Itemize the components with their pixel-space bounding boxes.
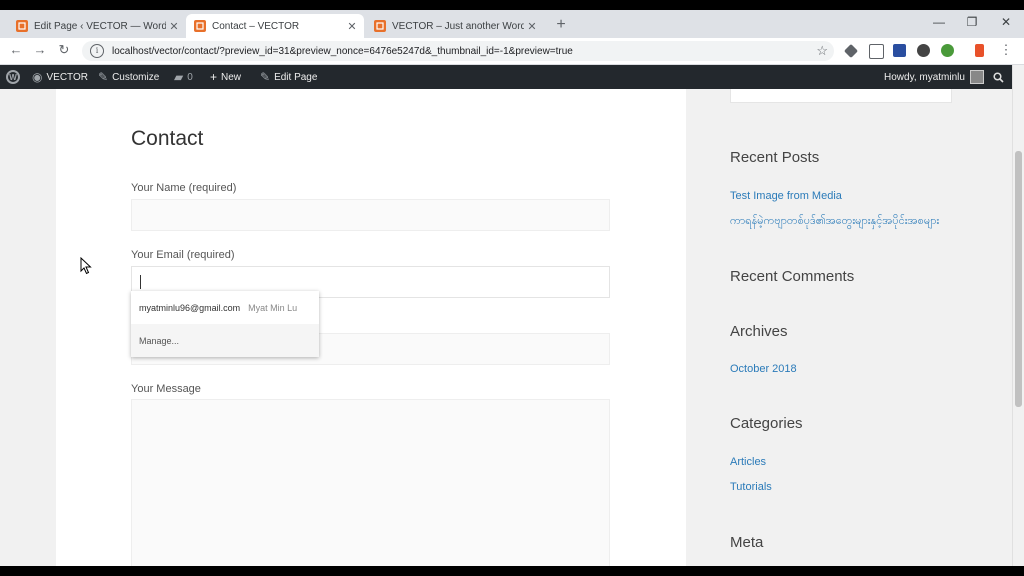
back-icon[interactable]: ← (8, 42, 24, 58)
avatar (969, 70, 984, 84)
main-content: Contact Your Name (required) Your Email … (56, 89, 686, 566)
autofill-email: myatminlu96@gmail.com (139, 302, 241, 313)
close-tab-icon[interactable]: ✕ (344, 20, 360, 33)
edit-page-link[interactable]: ✎ Edit Page (260, 65, 317, 89)
pencil-icon: ✎ (260, 70, 271, 84)
recent-post-link[interactable]: Test Image from Media (730, 190, 842, 202)
scrollbar-thumb[interactable] (1015, 151, 1022, 407)
meta-title: Meta (730, 534, 764, 551)
tab-title: Contact – VECTOR (212, 20, 300, 32)
close-window-icon[interactable]: ✕ (996, 15, 1016, 29)
site-name: VECTOR (46, 71, 88, 83)
comments-count: 0 (187, 71, 193, 83)
archives-title: Archives (730, 323, 788, 340)
cast-extension-icon[interactable] (869, 44, 884, 59)
edit-page-label: Edit Page (274, 71, 318, 83)
autofill-manage[interactable]: Manage... (131, 324, 319, 357)
category-link-articles[interactable]: Articles (730, 456, 766, 468)
email-label: Your Email (required) (131, 249, 235, 261)
browser-toolbar: ← → ↻ i localhost/vector/contact/?previe… (0, 38, 1024, 65)
new-tab-button[interactable]: + (553, 16, 569, 34)
account-menu[interactable]: Howdy, myatminlu (884, 65, 984, 89)
shield-extension-icon[interactable] (917, 44, 930, 57)
site-name-link[interactable]: ◉ VECTOR (32, 65, 88, 89)
name-label: Your Name (required) (131, 182, 237, 194)
recent-comments-title: Recent Comments (730, 268, 855, 285)
message-textarea[interactable] (131, 399, 610, 566)
menu-icon[interactable]: ⋮ (998, 42, 1014, 58)
category-link-tutorials[interactable]: Tutorials (730, 481, 772, 493)
forward-icon[interactable]: → (32, 42, 48, 58)
wordpress-favicon-icon (194, 20, 206, 32)
wordpress-logo-icon[interactable]: W (6, 65, 20, 89)
wp-admin-bar: W ◉ VECTOR ✎ Customize ▰ 0 + New ✎ Edit Page … (0, 65, 1012, 89)
url-text: localhost/vector/contact/?preview_id=31&… (112, 45, 573, 57)
maximize-icon[interactable]: ❐ (962, 15, 982, 29)
text-caret (140, 275, 141, 289)
plus-icon: + (210, 70, 218, 84)
star-icon[interactable]: ☆ (816, 43, 828, 59)
tab-title: Edit Page ‹ VECTOR — WordPress (34, 20, 166, 32)
info-extension-icon[interactable] (893, 44, 906, 57)
comment-icon: ▰ (174, 70, 184, 84)
page-content: Contact Your Name (required) Your Email … (0, 89, 1012, 566)
address-bar[interactable]: i localhost/vector/contact/?preview_id=3… (82, 41, 834, 61)
wordpress-favicon-icon (16, 20, 28, 32)
close-tab-icon[interactable]: ✕ (524, 20, 540, 33)
search-icon[interactable] (993, 65, 1004, 89)
customize-link[interactable]: ✎ Customize (98, 65, 159, 89)
categories-title: Categories (730, 415, 803, 432)
reload-icon[interactable]: ↻ (56, 42, 72, 58)
info-icon[interactable]: i (90, 44, 104, 58)
feedly-extension-icon[interactable] (975, 44, 984, 57)
tab-title: VECTOR – Just another WordPress site (392, 20, 524, 32)
browser-window: Edit Page ‹ VECTOR — WordPress ✕ Contact… (0, 10, 1024, 566)
customize-label: Customize (112, 71, 160, 83)
new-content-link[interactable]: + New (210, 65, 241, 89)
page-title: Contact (131, 127, 204, 150)
recent-posts-title: Recent Posts (730, 149, 820, 166)
page-scrollbar[interactable] (1012, 65, 1024, 566)
globe-extension-icon[interactable] (941, 44, 954, 57)
message-label: Your Message (131, 383, 201, 395)
comments-link[interactable]: ▰ 0 (174, 65, 193, 89)
tab-edit-page[interactable]: Edit Page ‹ VECTOR — WordPress ✕ (8, 14, 186, 38)
autofill-dropdown: myatminlu96@gmail.com Myat Min Lu Manage… (131, 291, 319, 357)
recent-post-link[interactable]: ကာရန်မဲ့ကဗျာတစ်ပုဒ်၏အတွေးများနှင့်အပိုင်… (730, 214, 939, 230)
manage-label: Manage... (139, 335, 180, 346)
autofill-suggestion[interactable]: myatminlu96@gmail.com Myat Min Lu (131, 291, 319, 324)
archive-link[interactable]: October 2018 (730, 363, 797, 375)
howdy-text: Howdy, myatminlu (884, 71, 965, 83)
wordpress-favicon-icon (374, 20, 386, 32)
name-input[interactable] (131, 199, 610, 231)
autofill-name: Myat Min Lu (248, 302, 298, 313)
tab-contact[interactable]: Contact – VECTOR ✕ (186, 14, 364, 38)
brush-icon: ✎ (98, 70, 109, 84)
sidebar-search-box[interactable] (730, 89, 952, 103)
tab-strip: Edit Page ‹ VECTOR — WordPress ✕ Contact… (0, 10, 1024, 38)
tab-vector-home[interactable]: VECTOR – Just another WordPress site ✕ (366, 14, 544, 38)
minimize-icon[interactable]: — (929, 15, 949, 29)
new-label: New (221, 71, 242, 83)
mouse-pointer-icon (80, 257, 92, 275)
eyedropper-extension-icon[interactable] (843, 43, 859, 59)
dashboard-icon: ◉ (32, 70, 43, 84)
close-tab-icon[interactable]: ✕ (166, 20, 182, 33)
